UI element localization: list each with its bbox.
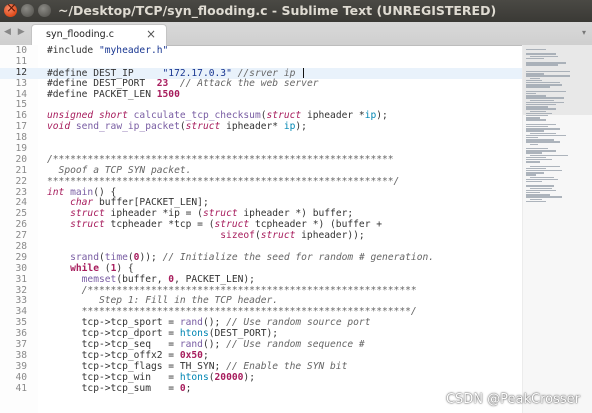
minimap-line (526, 126, 548, 128)
minimap-line (526, 101, 564, 104)
minimap-line (530, 55, 558, 57)
minimap-line (530, 77, 540, 79)
minimap-line (530, 99, 554, 101)
code-text: sizeof(struct ipheader)); (220, 230, 365, 242)
minimap-line (526, 137, 538, 139)
minimap-line (526, 95, 546, 97)
watermark: CSDN @PeakCrosser (445, 392, 580, 407)
tab-label: syn_flooding.c (46, 29, 114, 40)
minimap-line (526, 123, 556, 126)
minimap-line (530, 110, 546, 112)
minimap-line (530, 165, 560, 167)
minimap-line (526, 141, 560, 143)
minimap-line (526, 64, 558, 66)
minimap-line (530, 154, 568, 156)
minimap-line (526, 174, 536, 176)
minimap-line (526, 115, 548, 117)
minimap-line (526, 172, 544, 174)
code-line[interactable]: 10 #include "myheader.h" (0, 45, 522, 57)
minimap[interactable] (522, 45, 592, 413)
code-text: tcp->tcp_win = htons(20000); (47, 371, 255, 383)
minimap-line (530, 132, 556, 134)
tab-bar: ◀ ▶ syn_flooding.c × ▾ (0, 22, 592, 46)
code-line[interactable]: 17 void send_raw_ip_packet(struct ipheade… (0, 121, 522, 133)
tab-close-icon[interactable]: × (146, 27, 156, 41)
code-line[interactable]: 11 (0, 56, 522, 68)
line-number: 41 (15, 382, 27, 394)
minimap-line (526, 73, 544, 75)
line-number: 40 (15, 371, 27, 383)
minimap-line (530, 187, 552, 189)
code-line[interactable]: 41 tcp->tcp_sum = 0; (0, 382, 522, 395)
minimap-line (526, 93, 536, 95)
minimap-line (526, 134, 566, 137)
code-line[interactable]: 14 #define PACKET_LEN 1500 (0, 88, 522, 101)
line-number: 13 (15, 77, 27, 89)
minimap-line (526, 194, 550, 196)
minimap-line (526, 84, 562, 86)
minimap-line (526, 130, 544, 132)
minimap-line (526, 62, 566, 64)
minimap-line (526, 152, 542, 154)
line-number: 22 (15, 175, 27, 187)
code-text: ****************************************… (47, 175, 400, 187)
code-text: #define PACKET_LEN 1500 (47, 88, 180, 100)
minimap-line (526, 128, 560, 130)
minimap-line (526, 178, 558, 181)
minimap-line (526, 75, 570, 77)
tab-nav-arrows-icon[interactable]: ◀ ▶ (4, 27, 27, 37)
title-bar: ~/Desktop/TCP/syn_flooding.c - Sublime T… (0, 0, 592, 23)
minimap-line (526, 196, 562, 198)
code-text: #include "myheader.h" (47, 45, 169, 56)
minimap-line (526, 108, 556, 110)
code-text: #define DEST_PORT 23 // Attack the web s… (47, 77, 319, 89)
minimap-line (526, 159, 552, 161)
code-line[interactable]: 18 (0, 132, 522, 144)
minimap-line (526, 86, 550, 88)
minimap-line (526, 104, 556, 106)
minimap-line (526, 189, 556, 192)
code-line[interactable]: 13 #define DEST_PORT 23 // Attack the web… (0, 77, 522, 90)
minimap-line (530, 176, 554, 178)
minimap-line (526, 181, 542, 183)
minimap-line (526, 117, 540, 119)
minimap-line (526, 79, 542, 82)
line-number: 31 (15, 273, 27, 285)
minimap-line (526, 192, 540, 194)
tab-dropdown-icon[interactable]: ▾ (582, 28, 586, 37)
minimap-line (526, 97, 564, 99)
minimap-line (526, 106, 548, 108)
minimap-line (526, 156, 546, 159)
minimap-line (526, 112, 552, 115)
close-window-button[interactable] (4, 1, 17, 17)
code-text: void send_raw_ip_packet(struct ipheader*… (47, 121, 307, 133)
code-text: tcp->tcp_sum = 0; (47, 382, 192, 394)
minimap-line (526, 185, 554, 187)
tab-syn-flooding[interactable]: syn_flooding.c × (31, 24, 167, 46)
minimap-line (526, 148, 548, 150)
code-editor[interactable]: 10 #include "myheader.h" 11 12 #define DEST_… (0, 45, 522, 395)
minimap-line (526, 53, 556, 55)
minimap-line (526, 71, 570, 73)
minimap-line (526, 119, 546, 121)
minimap-line (526, 161, 540, 163)
code-line[interactable]: 27 sizeof(struct ipheader)); (0, 230, 522, 242)
minimap-line (526, 49, 546, 51)
minimap-line (526, 82, 560, 84)
minimap-line (530, 198, 542, 200)
minimap-line (526, 139, 554, 141)
minimap-line (530, 143, 538, 145)
minimize-window-button[interactable] (21, 4, 34, 17)
minimap-line (526, 150, 556, 152)
minimap-line (526, 200, 546, 203)
minimap-line (526, 170, 562, 172)
maximize-window-button[interactable] (38, 4, 51, 17)
minimap-line (526, 57, 544, 60)
window-title: ~/Desktop/TCP/syn_flooding.c - Sublime T… (58, 3, 497, 18)
minimap-line (526, 167, 546, 170)
code-line[interactable]: 40 tcp->tcp_win = htons(20000); (0, 371, 522, 384)
minimap-line (526, 90, 566, 93)
